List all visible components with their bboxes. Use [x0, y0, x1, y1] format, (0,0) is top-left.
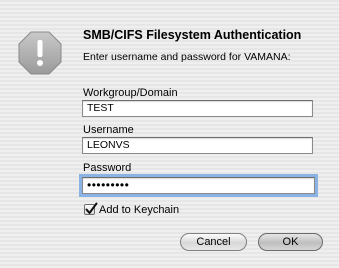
dialog-message: Enter username and password for VAMANA:: [83, 51, 291, 63]
username-field[interactable]: LEONVS: [82, 137, 313, 154]
dialog-title: SMB/CIFS Filesystem Authentication: [83, 28, 302, 42]
ok-button[interactable]: OK: [258, 233, 323, 251]
workgroup-label: Workgroup/Domain: [83, 87, 178, 99]
keychain-label[interactable]: Add to Keychain: [99, 204, 179, 216]
password-label: Password: [83, 162, 132, 174]
password-field[interactable]: •••••••••: [79, 174, 318, 197]
alert-icon: [18, 31, 62, 75]
username-label: Username: [83, 124, 134, 136]
cancel-button[interactable]: Cancel: [180, 233, 247, 251]
checkmark-icon: [85, 202, 98, 214]
workgroup-field[interactable]: TEST: [82, 100, 313, 117]
keychain-checkbox[interactable]: [84, 202, 98, 215]
